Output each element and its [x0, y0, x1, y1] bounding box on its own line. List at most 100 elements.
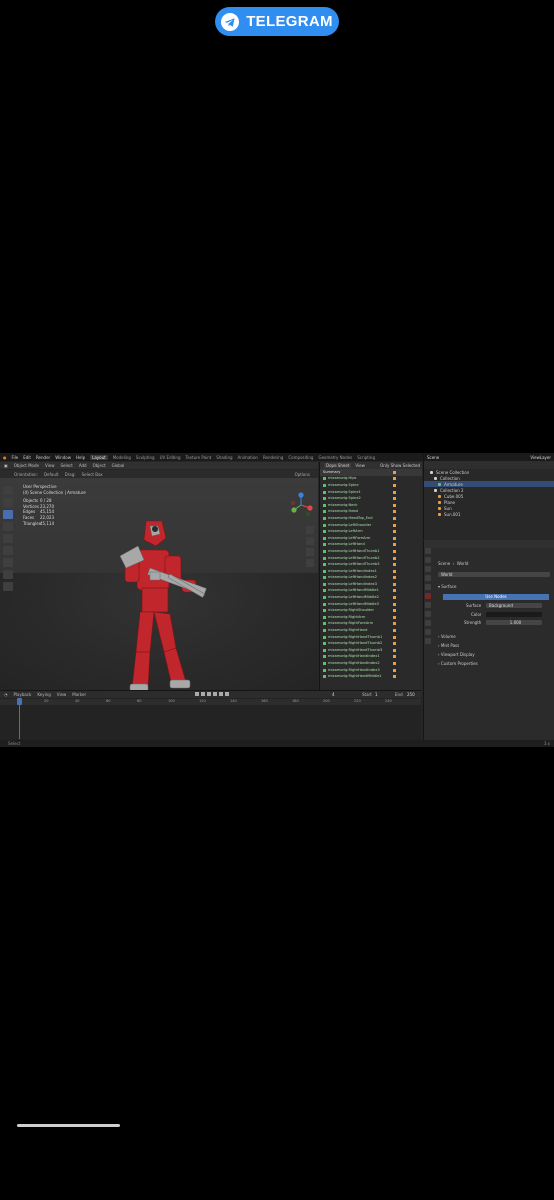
tab-geometry-nodes[interactable]: Geometry Nodes [318, 455, 352, 460]
orientation-select[interactable]: Default [44, 472, 59, 477]
custom-properties-panel-header[interactable]: › Custom Properties [438, 661, 478, 666]
keyframe-marker[interactable] [393, 503, 396, 507]
play-reverse-icon[interactable] [207, 692, 211, 696]
keyframe-marker[interactable] [393, 543, 396, 547]
timeline-editor[interactable]: ◔ Playback Keying View Marker 4 Start 1 … [0, 690, 421, 741]
dopesheet-channel-row[interactable]: mixamorig:LeftHandThumb3 [320, 561, 422, 568]
timeline-editor-icon[interactable]: ◔ [4, 692, 8, 697]
dopesheet-channel-row[interactable]: mixamorig:Hips [320, 476, 422, 483]
dopesheet-channel-row[interactable]: mixamorig:LeftHandMiddle3 [320, 601, 422, 608]
menu-file[interactable]: File [12, 455, 19, 460]
dopesheet-channel-row[interactable]: mixamorig:LeftForeArm [320, 535, 422, 542]
keyframe-marker[interactable] [393, 516, 396, 520]
annotate-tool-icon[interactable] [3, 558, 13, 567]
keyframe-marker[interactable] [393, 477, 396, 481]
keyframe-marker[interactable] [393, 523, 396, 527]
cursor-tool-icon[interactable] [3, 486, 13, 495]
keyframe-marker[interactable] [393, 510, 396, 514]
tab-animation[interactable]: Animation [238, 455, 258, 460]
dopesheet-channel-row[interactable]: mixamorig:Spine2 [320, 495, 422, 502]
tab-texture-paint[interactable]: Texture Paint [185, 455, 211, 460]
dopesheet-view-menu[interactable]: View [355, 463, 365, 468]
keyframe-marker[interactable] [393, 622, 396, 626]
keyframe-marker[interactable] [393, 615, 396, 619]
only-show-selected-toggle[interactable]: Only Show Selected [380, 463, 420, 468]
move-tool-icon[interactable] [3, 510, 13, 519]
keyframe-marker[interactable] [393, 609, 396, 613]
volume-panel-header[interactable]: › Volume [438, 634, 456, 639]
color-swatch[interactable] [486, 612, 542, 617]
tab-layout[interactable]: Layout [90, 454, 108, 460]
editor-type-icon[interactable]: ▣ [4, 463, 8, 468]
data-tab-icon[interactable] [425, 638, 431, 644]
scene-tab-icon[interactable] [425, 584, 431, 590]
select-tool-icon[interactable] [3, 498, 13, 507]
dopesheet-channel-row[interactable]: mixamorig:RightHand [320, 627, 422, 634]
transform-orientation[interactable]: Global [112, 463, 125, 468]
home-indicator[interactable] [17, 1124, 120, 1127]
render-tab-icon[interactable] [425, 557, 431, 563]
start-frame-field[interactable]: 1 [375, 692, 378, 697]
world-tab-icon[interactable] [425, 593, 431, 599]
keyframe-marker[interactable] [393, 497, 396, 501]
surface-select[interactable]: Background [486, 603, 542, 608]
keyframe-marker[interactable] [393, 490, 396, 494]
dopesheet-channel-row[interactable]: mixamorig:RightHandIndex1 [320, 654, 422, 661]
perspective-toggle-icon[interactable] [306, 559, 314, 567]
playback-menu[interactable]: Playback [14, 692, 32, 697]
keyframe-marker[interactable] [393, 635, 396, 639]
dopesheet-channel-row[interactable]: mixamorig:HeadTop_End [320, 515, 422, 522]
dopesheet-channel-row[interactable]: mixamorig:RightHandThumb3 [320, 647, 422, 654]
tab-compositing[interactable]: Compositing [288, 455, 313, 460]
dopesheet-channel-row[interactable]: mixamorig:LeftHandIndex1 [320, 568, 422, 575]
pan-icon[interactable] [306, 537, 314, 545]
drag-select[interactable]: Select Box [82, 472, 103, 477]
dope-sheet-editor[interactable]: Dope Sheet View Only Show Selected Summa… [319, 462, 422, 690]
menu-select[interactable]: Select [60, 463, 72, 468]
scene-selector[interactable]: Scene [427, 455, 439, 460]
tab-uv-editing[interactable]: UV Editing [160, 455, 181, 460]
viewlayer-selector[interactable]: ViewLayer [530, 455, 551, 460]
menu-edit[interactable]: Edit [23, 455, 31, 460]
viewport-display-panel-header[interactable]: › Viewport Display [438, 652, 475, 657]
dopesheet-mode-select[interactable]: Dope Sheet [324, 463, 352, 468]
timeline-view-menu[interactable]: View [57, 692, 67, 697]
dopesheet-channel-row[interactable]: mixamorig:LeftHandIndex2 [320, 575, 422, 582]
dopesheet-channel-row[interactable]: mixamorig:RightShoulder [320, 607, 422, 614]
keyframe-marker[interactable] [393, 668, 396, 672]
measure-tool-icon[interactable] [3, 570, 13, 579]
use-nodes-button[interactable]: Use Nodes [443, 594, 549, 600]
transform-tool-icon[interactable] [3, 546, 13, 555]
dopesheet-channel-row[interactable]: mixamorig:Spine [320, 482, 422, 489]
add-cube-tool-icon[interactable] [3, 582, 13, 591]
timeline-ruler[interactable]: 20 40 60 80 100 120 140 160 180 200 220 240 [0, 699, 421, 705]
keyframe-marker[interactable] [393, 648, 396, 652]
jump-start-icon[interactable] [195, 692, 199, 696]
dopesheet-channel-row[interactable]: mixamorig:RightHandIndex2 [320, 660, 422, 667]
modifier-tab-icon[interactable] [425, 611, 431, 617]
menu-add[interactable]: Add [79, 463, 87, 468]
outliner-row[interactable]: Sun.001 [424, 511, 554, 517]
keyframe-marker[interactable] [393, 582, 396, 586]
dopesheet-channel-row[interactable]: mixamorig:RightForeArm [320, 621, 422, 628]
telegram-button[interactable]: TELEGRAM [215, 7, 339, 36]
menu-object[interactable]: Object [93, 463, 106, 468]
keyframe-marker[interactable] [393, 549, 396, 553]
tab-sculpting[interactable]: Sculpting [136, 455, 155, 460]
keyframe-marker[interactable] [393, 563, 396, 567]
menu-window[interactable]: Window [55, 455, 71, 460]
properties-editor[interactable]: Scene › World World ▾ Surface Use Nodes … [423, 540, 554, 690]
dopesheet-channel-row[interactable]: mixamorig:Head [320, 509, 422, 516]
world-name-field[interactable]: World [438, 572, 550, 577]
menu-render[interactable]: Render [36, 455, 50, 460]
mode-select[interactable]: Object Mode [14, 463, 39, 468]
properties-search-bar[interactable] [424, 540, 554, 548]
keyframe-marker[interactable] [393, 596, 396, 600]
keyframe-marker[interactable] [393, 569, 396, 573]
constraints-tab-icon[interactable] [425, 629, 431, 635]
navigation-gizmo-icon[interactable] [288, 492, 314, 518]
current-frame-field[interactable]: 4 [332, 692, 335, 697]
outliner[interactable]: Scene ViewLayer Scene Collection Collect… [423, 453, 554, 539]
keyframe-marker[interactable] [393, 642, 396, 646]
mist-pass-panel-header[interactable]: › Mist Pass [438, 643, 459, 648]
